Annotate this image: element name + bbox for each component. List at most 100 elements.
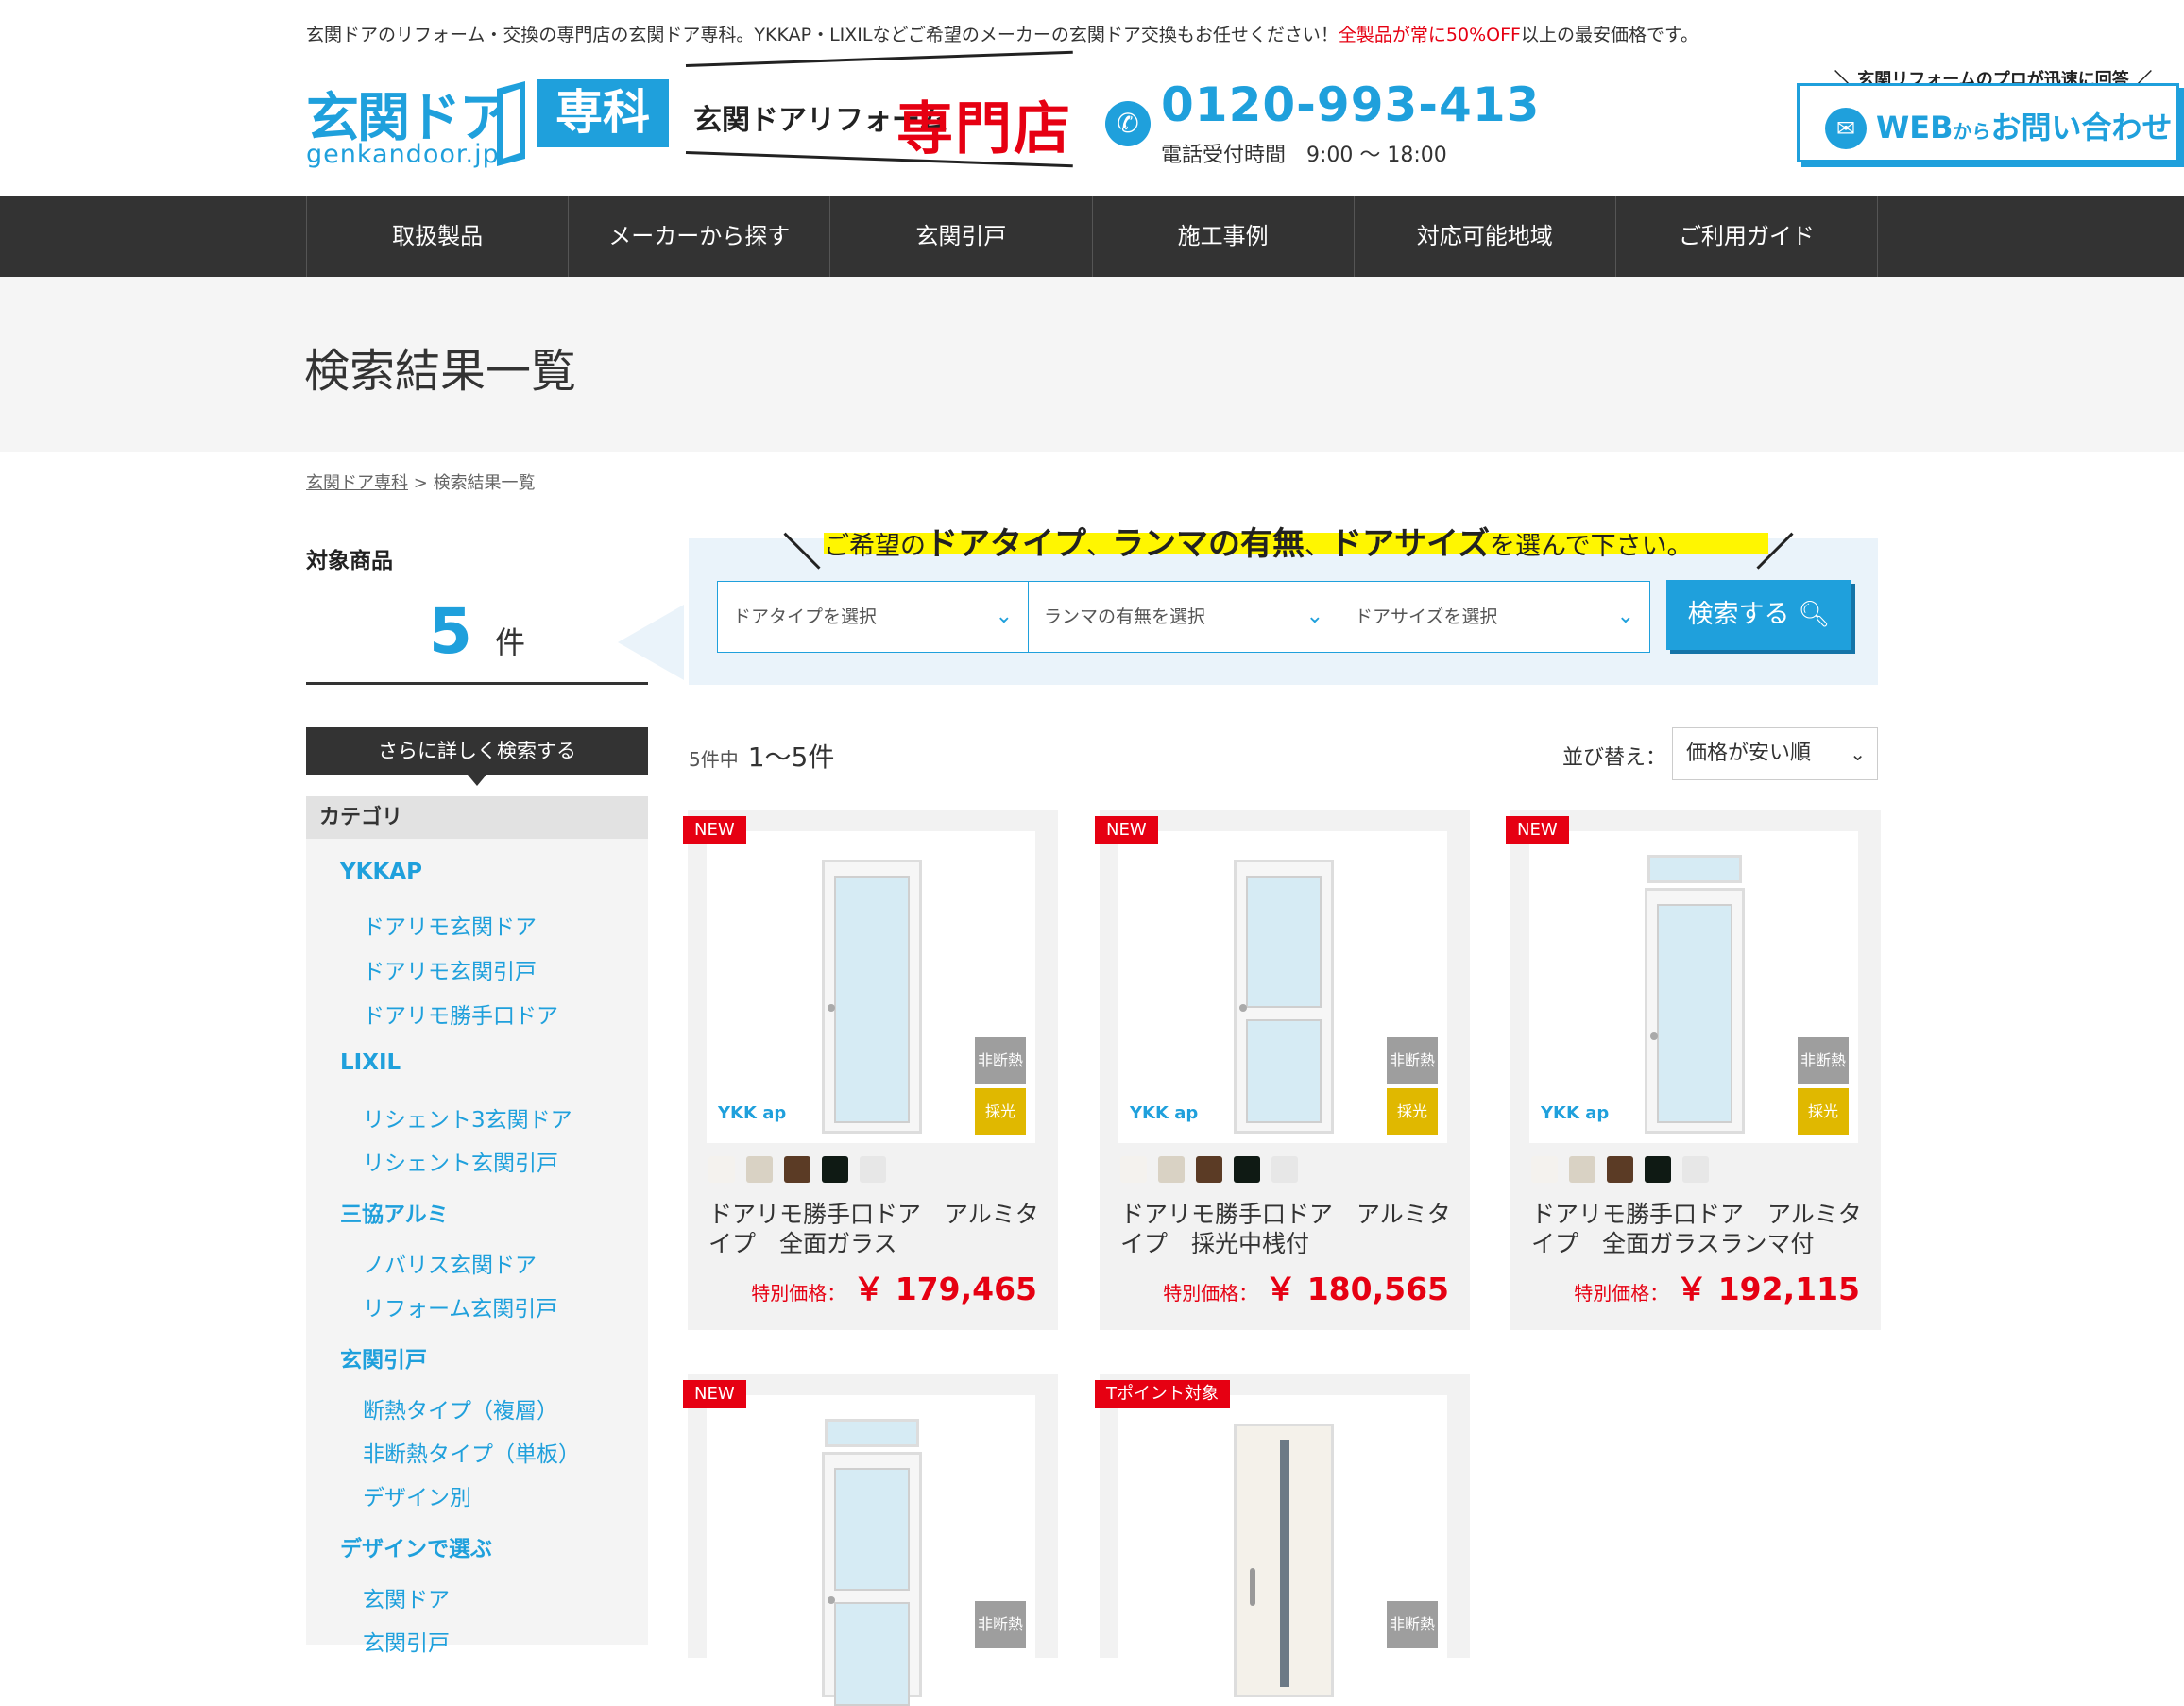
breadcrumb-home[interactable]: 玄関ドア専科 xyxy=(306,473,408,493)
color-swatch[interactable] xyxy=(1158,1156,1185,1183)
search-selects: ドアタイプを選択 ⌄ ランマの有無を選択 ⌄ ドアサイズを選択 ⌄ xyxy=(717,581,1650,653)
search-button[interactable]: 検索する 🔍︎ xyxy=(1666,580,1851,650)
product-image[interactable]: 非断熱 xyxy=(707,1395,1035,1706)
product-card[interactable]: 非断熱 採光 YKK ap NEW ドアリモ勝手口ドア アルミタイプ 採光中桟付… xyxy=(1095,810,1470,1330)
nav-guide[interactable]: ご利用ガイド xyxy=(1616,196,1879,277)
breadcrumb-current: 検索結果一覧 xyxy=(433,473,536,493)
lighting-tag: 採光 xyxy=(1387,1088,1438,1135)
door-image xyxy=(1645,855,1745,1134)
sidebar-group-sankyo[interactable]: 三協アルミ xyxy=(340,1196,449,1228)
ranma-select[interactable]: ランマの有無を選択 ⌄ xyxy=(1029,582,1339,652)
refine-arrow xyxy=(468,775,486,786)
color-swatch[interactable] xyxy=(860,1156,886,1183)
sidebar-item[interactable]: 玄関ドア xyxy=(363,1581,450,1613)
insulation-tag: 非断熱 xyxy=(975,1601,1026,1648)
search-heading: ご希望のドアタイプ、ランマの有無、ドアサイズを選んで下さい。 xyxy=(824,525,1693,563)
global-nav: 取扱製品 メーカーから探す 玄関引戸 施工事例 対応可能地域 ご利用ガイド xyxy=(0,196,2184,277)
product-card[interactable]: 非断熱 NEW xyxy=(683,1374,1058,1706)
nav-areas[interactable]: 対応可能地域 xyxy=(1355,196,1616,277)
sidebar-item[interactable]: リフォーム玄関引戸 xyxy=(363,1290,557,1322)
lighting-tag: 採光 xyxy=(975,1088,1026,1135)
sidebar-item[interactable]: 断熱タイプ（複層） xyxy=(363,1392,558,1425)
heading-slash-left: ＼ xyxy=(783,531,821,574)
insulation-tag: 非断熱 xyxy=(1387,1037,1438,1084)
breadcrumb: 玄関ドア専科 > 検索結果一覧 xyxy=(306,473,536,493)
sidebar-item[interactable]: ドアリモ玄関ドア xyxy=(363,909,537,941)
banner-line-top xyxy=(685,50,1073,67)
color-swatch[interactable] xyxy=(708,1156,735,1183)
mail-icon: ✉ xyxy=(1825,108,1867,149)
sidebar-item[interactable]: リシェント玄関引戸 xyxy=(363,1145,558,1177)
phone-hours: 電話受付時間 9:00 ～ 18:00 xyxy=(1161,144,1447,167)
sidebar-group-ykkap[interactable]: YKKAP xyxy=(340,860,422,884)
category-heading: カテゴリ xyxy=(306,796,648,839)
product-image[interactable]: 非断熱 xyxy=(1118,1395,1447,1697)
product-card[interactable]: 非断熱 採光 YKK ap NEW ドアリモ勝手口ドア アルミタイプ 全面ガラス… xyxy=(1506,810,1881,1330)
sidebar-item[interactable]: デザイン別 xyxy=(363,1479,471,1511)
result-count: 5件 xyxy=(429,595,525,668)
color-swatch[interactable] xyxy=(1271,1156,1298,1183)
nav-sliding-doors[interactable]: 玄関引戸 xyxy=(830,196,1093,277)
chevron-down-icon: ⌄ xyxy=(1850,742,1866,765)
sidebar-group-design[interactable]: デザインで選ぶ xyxy=(340,1530,492,1562)
new-badge: NEW xyxy=(1506,816,1569,844)
product-title[interactable]: ドアリモ勝手口ドア アルミタイプ 全面ガラスランマ付 xyxy=(1531,1200,1862,1258)
contact-button-label[interactable]: WEBからお問い合わせ xyxy=(1876,104,2173,147)
sidebar-group-lixil[interactable]: LIXIL xyxy=(340,1050,401,1075)
door-image xyxy=(1234,860,1334,1134)
insulation-tag: 非断熱 xyxy=(1387,1601,1438,1648)
color-swatch[interactable] xyxy=(1234,1156,1260,1183)
new-badge: NEW xyxy=(683,1380,746,1408)
door-image xyxy=(822,860,922,1134)
insulation-tag: 非断熱 xyxy=(1798,1037,1849,1084)
sidebar-item[interactable]: ドアリモ勝手口ドア xyxy=(363,998,558,1030)
product-image[interactable]: 非断熱 採光 YKK ap xyxy=(1529,831,1858,1143)
product-price: 特別価格： ￥ 180,565 xyxy=(1163,1271,1449,1307)
color-swatch[interactable] xyxy=(1120,1156,1147,1183)
target-label: 対象商品 xyxy=(306,549,393,573)
sort-select[interactable]: 価格が安い順 ⌄ xyxy=(1672,727,1878,780)
color-swatch[interactable] xyxy=(746,1156,773,1183)
color-swatch[interactable] xyxy=(1682,1156,1709,1183)
door-type-select[interactable]: ドアタイプを選択 ⌄ xyxy=(718,582,1029,652)
phone-number[interactable]: 0120-993-413 xyxy=(1161,77,1540,132)
color-swatch[interactable] xyxy=(1531,1156,1558,1183)
result-range: 5件中 1〜5件 xyxy=(689,742,835,773)
page-title-band: 検索結果一覧 xyxy=(0,277,2184,452)
insulation-tag: 非断熱 xyxy=(975,1037,1026,1084)
site-header: 玄関ドアのリフォーム・交換の専門店の玄関ドア専科。YKKAP・LIXILなどご希… xyxy=(306,0,2179,196)
product-title[interactable]: ドアリモ勝手口ドア アルミタイプ 全面ガラス xyxy=(708,1200,1039,1258)
panel-pointer xyxy=(618,605,684,680)
chevron-down-icon: ⌄ xyxy=(1616,605,1634,628)
count-unit: 件 xyxy=(494,624,525,660)
color-swatch[interactable] xyxy=(1607,1156,1633,1183)
sidebar-item[interactable]: 玄関引戸 xyxy=(363,1625,450,1657)
sidebar-item[interactable]: 非断熱タイプ（単板） xyxy=(363,1436,580,1468)
door-size-select[interactable]: ドアサイズを選択 ⌄ xyxy=(1339,582,1649,652)
chevron-down-icon: ⌄ xyxy=(995,605,1013,628)
logo-box[interactable]: 専科 xyxy=(537,79,669,147)
color-swatch[interactable] xyxy=(822,1156,848,1183)
refine-search-header: さらに詳しく検索する xyxy=(306,727,648,775)
color-swatch[interactable] xyxy=(1645,1156,1671,1183)
product-card[interactable]: 非断熱 採光 YKK ap NEW ドアリモ勝手口ドア アルミタイプ 全面ガラス… xyxy=(683,810,1058,1330)
product-image[interactable]: 非断熱 採光 YKK ap xyxy=(1118,831,1447,1143)
header-tagline: 玄関ドアのリフォーム・交換の専門店の玄関ドア専科。YKKAP・LIXILなどご希… xyxy=(306,25,1699,45)
chevron-down-icon: ⌄ xyxy=(1305,605,1323,628)
tagline-discount: 全製品が常に50%OFF xyxy=(1338,25,1521,45)
logo-domain: genkandoor.jp xyxy=(306,140,500,169)
product-card[interactable]: 非断熱 Tポイント対象 xyxy=(1095,1374,1470,1697)
sidebar-item[interactable]: リシェント3玄関ドア xyxy=(363,1101,572,1134)
nav-cases[interactable]: 施工事例 xyxy=(1093,196,1355,277)
product-image[interactable]: 非断熱 採光 YKK ap xyxy=(707,831,1035,1143)
color-swatch[interactable] xyxy=(784,1156,810,1183)
nav-products[interactable]: 取扱製品 xyxy=(307,196,570,277)
sidebar-item[interactable]: ノバリス玄関ドア xyxy=(363,1247,537,1279)
product-title[interactable]: ドアリモ勝手口ドア アルミタイプ 採光中桟付 xyxy=(1120,1200,1451,1258)
sidebar-group-hikido[interactable]: 玄関引戸 xyxy=(340,1341,427,1373)
color-swatch[interactable] xyxy=(1569,1156,1595,1183)
nav-makers[interactable]: メーカーから探す xyxy=(569,196,831,277)
lighting-tag: 採光 xyxy=(1798,1088,1849,1135)
sidebar-item[interactable]: ドアリモ玄関引戸 xyxy=(363,953,537,985)
color-swatch[interactable] xyxy=(1196,1156,1222,1183)
